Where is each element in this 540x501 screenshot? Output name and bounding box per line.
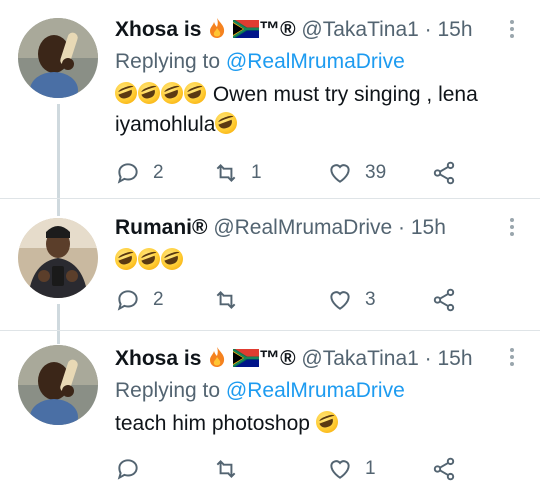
tweet-text: Owen must try singing , lena iyamohlula: [115, 80, 520, 140]
like-button[interactable]: 1: [327, 454, 376, 484]
laughing-emoji-icon: [315, 411, 338, 433]
mention-link[interactable]: @RealMrumaDrive: [226, 379, 405, 402]
display-name[interactable]: Xhosa is: [115, 347, 201, 370]
reply-icon: [117, 163, 138, 184]
share-icon: [433, 288, 455, 312]
timestamp[interactable]: · 15h: [398, 216, 446, 239]
replying-to: Replying to @RealMrumaDrive: [115, 377, 520, 405]
thread-line: [57, 104, 60, 216]
divider: [0, 198, 540, 199]
share-button[interactable]: [431, 454, 457, 484]
tweet-header: Xhosa is ™® @TakaTina1 · 15h: [115, 345, 520, 373]
like-count: 39: [365, 162, 387, 183]
user-handle[interactable]: @TakaTina1: [301, 18, 418, 41]
share-button[interactable]: [431, 285, 457, 315]
like-count: 3: [365, 289, 376, 310]
reply-icon: [117, 459, 138, 480]
reply-count: 2: [153, 162, 164, 183]
replying-to: Replying to @RealMrumaDrive: [115, 48, 520, 76]
tweet-actions: 1: [115, 454, 515, 484]
timestamp[interactable]: · 15h: [425, 18, 473, 41]
reply-icon: [117, 290, 138, 311]
tweet-text: teach him photoshop: [115, 409, 520, 439]
reply-button[interactable]: 2: [115, 285, 164, 315]
tweet-text: [115, 246, 520, 276]
replying-to-label: Replying to: [115, 50, 221, 73]
timestamp[interactable]: · 15h: [425, 347, 473, 370]
avatar[interactable]: [18, 218, 98, 298]
share-icon: [433, 161, 455, 185]
tweet-body: teach him photoshop: [115, 412, 310, 435]
tweet-header: Xhosa is ™® @TakaTina1 · 15h: [115, 16, 520, 44]
replying-to-label: Replying to: [115, 379, 221, 402]
south-africa-flag-icon: [233, 18, 260, 46]
south-africa-flag-icon: [233, 347, 260, 375]
retweet-icon: [216, 164, 236, 182]
share-button[interactable]: [431, 158, 457, 188]
like-count: 1: [365, 458, 376, 479]
thread-line: [57, 304, 60, 344]
tweet-header: Rumani® @RealMrumaDrive · 15h: [115, 214, 520, 242]
heart-icon: [330, 164, 350, 183]
retweet-button[interactable]: 1: [213, 158, 262, 188]
like-button[interactable]: 3: [327, 285, 376, 315]
user-handle[interactable]: @TakaTina1: [301, 347, 418, 370]
display-name[interactable]: Rumani®: [115, 216, 207, 239]
laughing-emoji-icon: [115, 82, 207, 106]
laughing-emoji-icon: [215, 112, 238, 134]
retweet-button[interactable]: [213, 454, 239, 484]
tweet-actions: 2 3: [115, 285, 515, 315]
like-button[interactable]: 39: [327, 158, 386, 188]
retweet-icon: [216, 291, 236, 309]
retweet-count: 1: [251, 162, 262, 183]
fire-icon: [207, 17, 227, 47]
laughing-emoji-icon: [115, 248, 184, 272]
display-name[interactable]: Xhosa is: [115, 18, 201, 41]
name-badges: ™®: [259, 18, 296, 41]
retweet-button[interactable]: [213, 285, 239, 315]
retweet-icon: [216, 460, 236, 478]
reply-button[interactable]: 2: [115, 158, 164, 188]
heart-icon: [330, 460, 350, 479]
reply-count: 2: [153, 289, 164, 310]
heart-icon: [330, 291, 350, 310]
avatar[interactable]: [18, 18, 98, 98]
user-handle[interactable]: @RealMrumaDrive: [213, 216, 392, 239]
reply-button[interactable]: [115, 454, 141, 484]
avatar[interactable]: [18, 345, 98, 425]
mention-link[interactable]: @RealMrumaDrive: [226, 50, 405, 73]
divider: [0, 330, 540, 331]
name-badges: ™®: [259, 347, 296, 370]
share-icon: [433, 457, 455, 481]
tweet-actions: 2 1 39: [115, 158, 515, 188]
fire-icon: [207, 346, 227, 376]
